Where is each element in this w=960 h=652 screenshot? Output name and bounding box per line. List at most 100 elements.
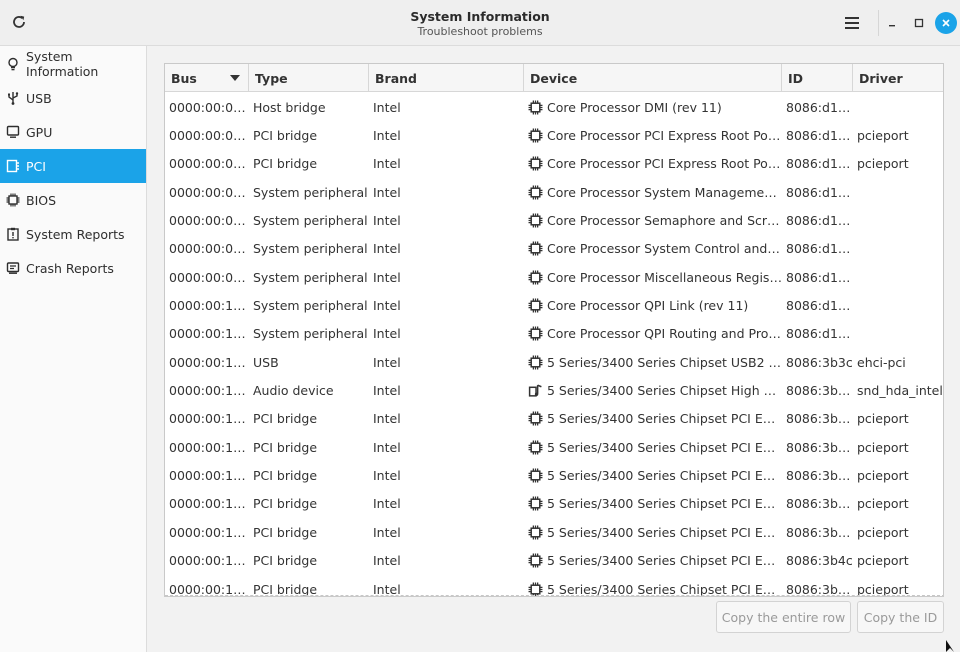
sidebar-item-crash-reports[interactable]: Crash Reports bbox=[0, 251, 146, 285]
cell-bus: 0000:00:1c.2 bbox=[169, 468, 249, 484]
table-row[interactable]: 0000:00:10.0 System peripheral Intel Core P… bbox=[165, 291, 943, 319]
chip-icon bbox=[528, 496, 543, 511]
chip-icon bbox=[528, 298, 543, 313]
table-row[interactable]: 0000:00:08.0 System peripheral Intel Core P… bbox=[165, 178, 943, 206]
column-header-id[interactable]: ID bbox=[782, 64, 853, 92]
pci-device-table[interactable]: Bus Type Brand Device ID Driver 0000:00:… bbox=[164, 63, 944, 597]
table-row[interactable]: 0000:00:08.2 System peripheral Intel Core P… bbox=[165, 235, 943, 263]
device-name: 5 Series/3400 Series Chipset USB2 Enh… bbox=[547, 354, 782, 370]
chip-icon bbox=[528, 156, 543, 171]
table-header: Bus Type Brand Device ID Driver bbox=[165, 64, 943, 92]
cell-bus: 0000:00:08.0 bbox=[169, 184, 249, 200]
chip-icon bbox=[528, 553, 543, 568]
cell-driver: pcieport bbox=[857, 156, 909, 172]
cell-type: PCI bridge bbox=[253, 468, 318, 484]
title-bar: System Information Troubleshoot problems bbox=[0, 0, 960, 46]
copy-id-button[interactable]: Copy the ID bbox=[857, 601, 944, 633]
table-row[interactable]: 0000:00:1c.1 PCI bridge Intel 5 Series/3400… bbox=[165, 433, 943, 461]
table-row[interactable]: 0000:00:1c.3 PCI bridge Intel 5 Series/3400… bbox=[165, 490, 943, 518]
device-name: 5 Series/3400 Series Chipset PCI Expre… bbox=[547, 496, 782, 512]
cell-device: 5 Series/3400 Series Chipset USB2 Enh… bbox=[524, 355, 782, 370]
cell-brand: Intel bbox=[373, 468, 401, 484]
table-row[interactable]: 0000:00:08.1 System peripheral Intel Core P… bbox=[165, 206, 943, 234]
column-header-device[interactable]: Device bbox=[524, 64, 782, 92]
main-panel: Bus Type Brand Device ID Driver 0000:00:… bbox=[147, 46, 960, 652]
table-body: 0000:00:00.0 Host bridge Intel Core Process… bbox=[165, 93, 943, 596]
sidebar-item-system-reports[interactable]: System Reports bbox=[0, 217, 146, 251]
table-row[interactable]: 0000:00:08.3 System peripheral Intel Core P… bbox=[165, 263, 943, 291]
cell-bus: 0000:00:1c.0 bbox=[169, 411, 249, 427]
cell-type: PCI bridge bbox=[253, 553, 318, 569]
sidebar-item-bios[interactable]: BIOS bbox=[0, 183, 146, 217]
cell-driver: ehci-pci bbox=[857, 354, 906, 370]
device-name: 5 Series/3400 Series Chipset PCI Expre… bbox=[547, 439, 782, 455]
cell-bus: 0000:00:1a.0 bbox=[169, 354, 249, 370]
table-row[interactable]: 0000:00:1c.6 PCI bridge Intel 5 Series/3400… bbox=[165, 575, 943, 596]
device-name: Core Processor DMI (rev 11) bbox=[547, 99, 722, 115]
sidebar-item-gpu[interactable]: GPU bbox=[0, 115, 146, 149]
column-header-bus[interactable]: Bus bbox=[165, 64, 249, 92]
table-row[interactable]: 0000:00:1b.0 Audio device Intel 5 Series/34… bbox=[165, 376, 943, 404]
table-row[interactable]: 0000:00:1c.4 PCI bridge Intel 5 Series/3400… bbox=[165, 518, 943, 546]
cell-type: Audio device bbox=[253, 383, 334, 399]
table-row[interactable]: 0000:00:1c.0 PCI bridge Intel 5 Series/3400… bbox=[165, 405, 943, 433]
column-header-brand[interactable]: Brand bbox=[369, 64, 524, 92]
device-name: Core Processor PCI Express Root Port … bbox=[547, 156, 782, 172]
table-row[interactable]: 0000:00:1c.5 PCI bridge Intel 5 Series/3400… bbox=[165, 547, 943, 575]
cell-bus: 0000:00:1c.4 bbox=[169, 524, 249, 540]
sidebar-item-label: USB bbox=[26, 90, 52, 106]
cell-device: Core Processor System Control and Sta… bbox=[524, 241, 782, 256]
window-subtitle: Troubleshoot problems bbox=[417, 25, 543, 38]
cell-device: Core Processor PCI Express Root Port … bbox=[524, 128, 782, 143]
column-header-type[interactable]: Type bbox=[249, 64, 369, 92]
cell-brand: Intel bbox=[373, 298, 401, 314]
cell-device: 5 Series/3400 Series Chipset PCI Expre… bbox=[524, 411, 782, 426]
minimize-button[interactable] bbox=[881, 12, 903, 34]
cell-device: Core Processor Semaphore and Scratc… bbox=[524, 213, 782, 228]
table-row[interactable]: 0000:00:00.0 Host bridge Intel Core Process… bbox=[165, 93, 943, 121]
cell-id: 8086:3b42 bbox=[786, 411, 853, 427]
cell-device: Core Processor QPI Link (rev 11) bbox=[524, 298, 782, 313]
copy-entire-row-button[interactable]: Copy the entire row bbox=[716, 601, 851, 633]
column-header-driver[interactable]: Driver bbox=[853, 64, 943, 92]
audio-card-icon bbox=[528, 383, 543, 398]
cell-brand: Intel bbox=[373, 524, 401, 540]
cell-id: 8086:d150 bbox=[786, 298, 853, 314]
lightbulb-icon bbox=[6, 57, 20, 71]
chip-icon bbox=[528, 100, 543, 115]
cell-type: System peripheral bbox=[253, 241, 368, 257]
device-name: Core Processor PCI Express Root Port … bbox=[547, 128, 782, 144]
column-header-label: Brand bbox=[375, 70, 417, 86]
cell-brand: Intel bbox=[373, 213, 401, 229]
sidebar-item-system-information[interactable]: System Information bbox=[0, 47, 146, 81]
cell-bus: 0000:00:1c.1 bbox=[169, 439, 249, 455]
minimize-icon bbox=[889, 25, 895, 27]
chip-icon bbox=[528, 185, 543, 200]
cell-bus: 0000:00:1c.3 bbox=[169, 496, 249, 512]
sidebar-item-label: System Reports bbox=[26, 226, 125, 242]
bug-report-icon bbox=[6, 261, 20, 275]
table-row[interactable]: 0000:00:03.0 PCI bridge Intel Core Processo… bbox=[165, 121, 943, 149]
maximize-button[interactable] bbox=[908, 12, 930, 34]
table-row[interactable]: 0000:00:05.0 PCI bridge Intel Core Processo… bbox=[165, 150, 943, 178]
cell-bus: 0000:00:1c.5 bbox=[169, 553, 249, 569]
sidebar-item-label: BIOS bbox=[26, 192, 57, 208]
table-row[interactable]: 0000:00:1a.0 USB Intel 5 Series/3400 Series… bbox=[165, 348, 943, 376]
sidebar-item-pci[interactable]: PCI bbox=[0, 149, 146, 183]
close-button[interactable] bbox=[935, 12, 957, 34]
sidebar-item-usb[interactable]: USB bbox=[0, 81, 146, 115]
sidebar: System Information USB GPU PCI BIOS Syst… bbox=[0, 46, 147, 652]
menu-button[interactable] bbox=[839, 10, 865, 36]
cell-device: 5 Series/3400 Series Chipset High Defi… bbox=[524, 383, 782, 398]
cell-id: 8086:3b4c bbox=[786, 553, 853, 569]
cell-driver: pcieport bbox=[857, 553, 909, 569]
table-row[interactable]: 0000:00:1c.2 PCI bridge Intel 5 Series/3400… bbox=[165, 461, 943, 489]
cell-type: System peripheral bbox=[253, 326, 368, 342]
table-row[interactable]: 0000:00:10.1 System peripheral Intel Core P… bbox=[165, 320, 943, 348]
cell-device: Core Processor Miscellaneous Register… bbox=[524, 270, 782, 285]
cell-brand: Intel bbox=[373, 326, 401, 342]
device-name: 5 Series/3400 Series Chipset PCI Expre… bbox=[547, 553, 782, 569]
mouse-cursor-icon bbox=[946, 640, 954, 652]
cell-driver: pcieport bbox=[857, 496, 909, 512]
chip-icon bbox=[528, 128, 543, 143]
